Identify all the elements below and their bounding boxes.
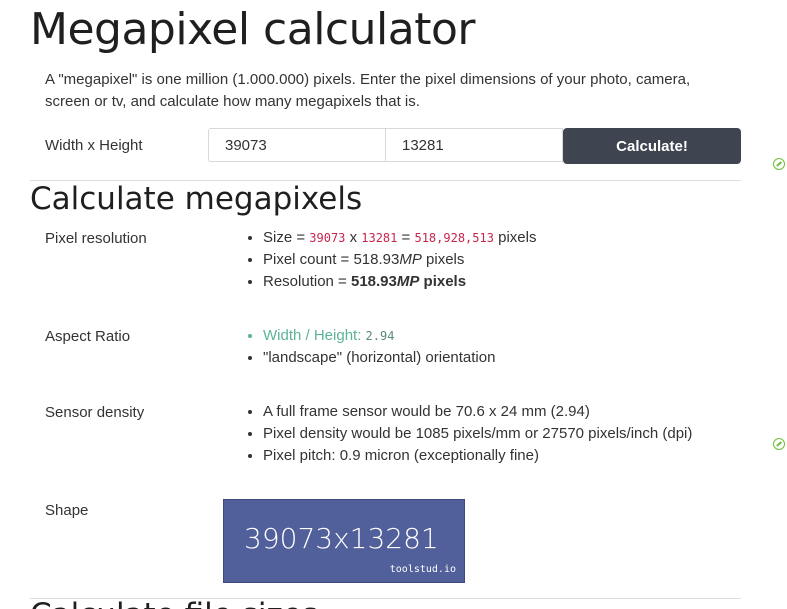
side-indicator-icon[interactable]	[773, 438, 785, 450]
next-section-title: Calculate file sizes	[30, 597, 318, 609]
form-label: Width x Height	[45, 137, 143, 154]
pixel-count-unit: MP	[399, 251, 422, 268]
dimension-form: Width x Height Calculate!	[30, 128, 741, 164]
size-prefix: Size =	[263, 229, 310, 246]
intro-text: A "megapixel" is one million (1.000.000)…	[45, 71, 691, 110]
sensor-density-label: Sensor density	[45, 404, 145, 421]
size-equals: =	[397, 229, 415, 246]
page-title: Megapixel calculator	[30, 4, 475, 55]
ratio-value: 2.94	[365, 329, 395, 343]
pixel-density-item: Pixel density would be 1085 pixels/mm or…	[263, 423, 692, 445]
width-input[interactable]	[208, 128, 386, 162]
full-frame-item: A full frame sensor would be 70.6 x 24 m…	[263, 401, 692, 423]
pixel-resolution-list: Size = 39073 x 13281 = 518,928,513 pixel…	[245, 227, 537, 293]
size-width-value: 39073	[309, 231, 346, 245]
size-times: x	[345, 229, 362, 246]
resolution-value: 518.93	[350, 273, 397, 290]
pixel-resolution-label: Pixel resolution	[45, 230, 147, 247]
side-indicator-icon[interactable]	[773, 158, 785, 170]
ratio-label: Width / Height:	[263, 327, 366, 344]
aspect-ratio-list: Width / Height: 2.94 "landscape" (horizo…	[245, 325, 495, 369]
resolution-unit: MP	[396, 273, 420, 290]
calculate-button[interactable]: Calculate!	[563, 128, 741, 164]
resolution-prefix: Resolution =	[263, 273, 351, 290]
section-title: Calculate megapixels	[30, 181, 363, 217]
size-total-value: 518,928,513	[414, 231, 494, 245]
orientation-item: "landscape" (horizontal) orientation	[263, 347, 495, 369]
aspect-ratio-label: Aspect Ratio	[45, 328, 131, 345]
sensor-density-list: A full frame sensor would be 70.6 x 24 m…	[245, 401, 692, 467]
resolution-item: Resolution = 518.93MP pixels	[263, 271, 537, 293]
pixel-pitch-item: Pixel pitch: 0.9 micron (exceptionally f…	[263, 445, 692, 467]
shape-label: Shape	[45, 502, 89, 519]
shape-preview: 39073x13281 toolstud.io	[223, 499, 465, 583]
pixel-count-suffix: pixels	[421, 251, 465, 268]
ratio-item: Width / Height: 2.94	[263, 325, 495, 347]
shape-dimensions: 39073x13281	[244, 522, 439, 555]
page: Megapixel calculator A "megapixel" is on…	[0, 0, 787, 609]
height-input[interactable]	[386, 128, 563, 162]
size-height-value: 13281	[361, 231, 398, 245]
size-suffix: pixels	[493, 229, 537, 246]
shape-watermark: toolstud.io	[389, 564, 456, 575]
resolution-suffix: pixels	[419, 273, 467, 290]
pixel-count-item: Pixel count = 518.93MP pixels	[263, 249, 537, 271]
pixel-count-value: Pixel count = 518.93	[263, 251, 400, 268]
size-item: Size = 39073 x 13281 = 518,928,513 pixel…	[263, 227, 537, 249]
